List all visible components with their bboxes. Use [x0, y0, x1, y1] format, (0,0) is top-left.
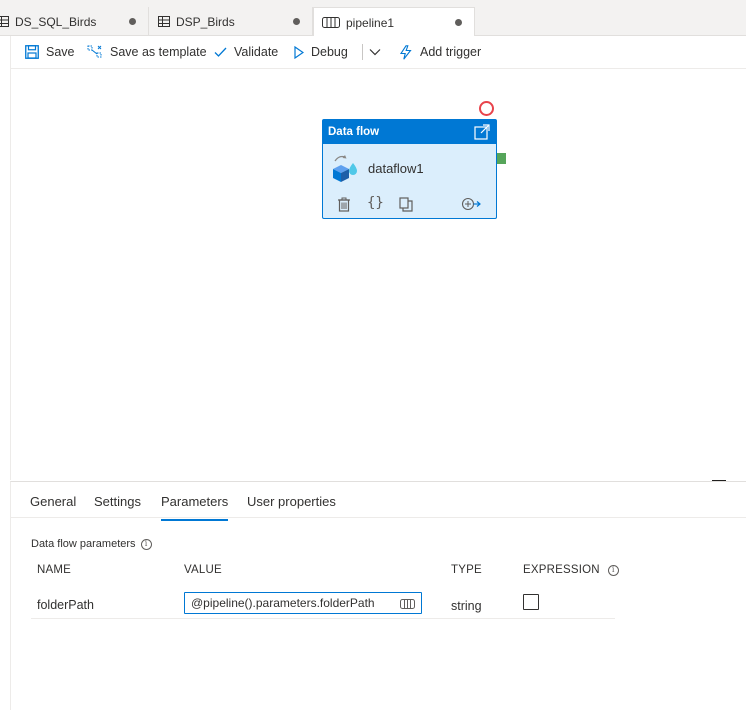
tab-parameters[interactable]: Parameters — [161, 494, 229, 521]
section-title: Data flow parameters i — [31, 538, 152, 550]
unsaved-dot — [293, 18, 300, 25]
parameter-name: folderPath — [37, 598, 94, 612]
pipeline-icon — [322, 17, 340, 28]
template-icon — [87, 45, 102, 58]
unsaved-dot — [455, 19, 462, 26]
dataflow-activity[interactable]: Data flow dataflow1 {} — [322, 119, 497, 219]
parameter-value-text: @pipeline().parameters.folderPath — [191, 596, 375, 610]
column-header-expression-label: EXPRESSION — [523, 564, 600, 576]
unsaved-dot — [129, 18, 136, 25]
dataflow-icon — [333, 155, 357, 182]
play-icon — [294, 45, 304, 59]
section-title-text: Data flow parameters — [31, 538, 136, 550]
validate-label: Validate — [234, 45, 279, 59]
activity-type-label: Data flow — [328, 126, 380, 138]
properties-panel: General Settings Parameters User propert… — [10, 481, 746, 710]
activity-body: dataflow1 — [323, 144, 496, 192]
code-icon[interactable]: {} — [367, 195, 384, 211]
tab-ds-sql-birds[interactable]: DS_SQL_Birds — [0, 7, 149, 36]
table-icon — [0, 16, 9, 27]
document-tab-bar: DS_SQL_Birds DSP_Birds pipeline1 — [0, 0, 746, 37]
debug-options-dropdown[interactable] — [369, 43, 388, 61]
tab-settings[interactable]: Settings — [94, 494, 141, 519]
pipeline-toolbar: Save Save as template Validate Debug Add… — [10, 36, 746, 69]
left-gutter — [0, 0, 10, 710]
info-icon[interactable]: i — [140, 538, 152, 550]
add-trigger-button[interactable]: Add trigger — [399, 43, 481, 61]
pipeline-expression-icon[interactable] — [400, 598, 415, 612]
save-as-template-button[interactable]: Save as template — [87, 43, 207, 61]
save-as-template-label: Save as template — [110, 45, 207, 59]
column-header-value: VALUE — [184, 564, 222, 576]
lightning-icon — [399, 44, 412, 60]
debug-button[interactable]: Debug — [294, 43, 348, 61]
tab-dsp-birds[interactable]: DSP_Birds — [149, 7, 313, 36]
tab-user-properties[interactable]: User properties — [247, 494, 336, 519]
tab-general[interactable]: General — [30, 494, 76, 519]
expression-checkbox[interactable] — [523, 594, 539, 610]
save-label: Save — [46, 45, 75, 59]
tab-label: DSP_Birds — [176, 14, 235, 29]
parameter-type: string — [451, 599, 482, 613]
activity-actions: {} — [323, 195, 496, 215]
pipeline-canvas[interactable]: Data flow dataflow1 {} — [10, 69, 746, 480]
chevron-down-icon — [369, 49, 381, 56]
checkmark-icon — [214, 47, 227, 57]
copy-icon[interactable] — [399, 197, 413, 212]
column-header-expression: EXPRESSION i — [523, 564, 619, 576]
parameter-value-input[interactable]: @pipeline().parameters.folderPath — [184, 592, 422, 614]
properties-tab-bar: General Settings Parameters User propert… — [11, 482, 746, 521]
tab-pipeline1[interactable]: pipeline1 — [313, 7, 475, 37]
delete-icon[interactable] — [337, 197, 351, 212]
validate-button[interactable]: Validate — [214, 43, 278, 61]
column-header-type: TYPE — [451, 564, 482, 576]
row-divider — [31, 618, 615, 619]
failure-port-icon[interactable] — [479, 101, 494, 116]
activity-name: dataflow1 — [368, 160, 424, 176]
tab-label: pipeline1 — [346, 15, 395, 30]
toolbar-divider — [362, 44, 363, 60]
save-button[interactable]: Save — [25, 43, 75, 61]
save-icon — [25, 45, 39, 59]
success-port-handle[interactable] — [497, 153, 506, 164]
add-output-icon[interactable] — [461, 197, 481, 211]
info-icon[interactable]: i — [607, 564, 619, 576]
add-trigger-label: Add trigger — [420, 45, 482, 59]
column-header-name: NAME — [37, 564, 72, 576]
table-icon — [158, 16, 170, 27]
tab-label: DS_SQL_Birds — [15, 14, 97, 29]
activity-header: Data flow — [323, 120, 496, 144]
debug-label: Debug — [311, 45, 348, 59]
open-external-icon[interactable] — [474, 124, 490, 140]
